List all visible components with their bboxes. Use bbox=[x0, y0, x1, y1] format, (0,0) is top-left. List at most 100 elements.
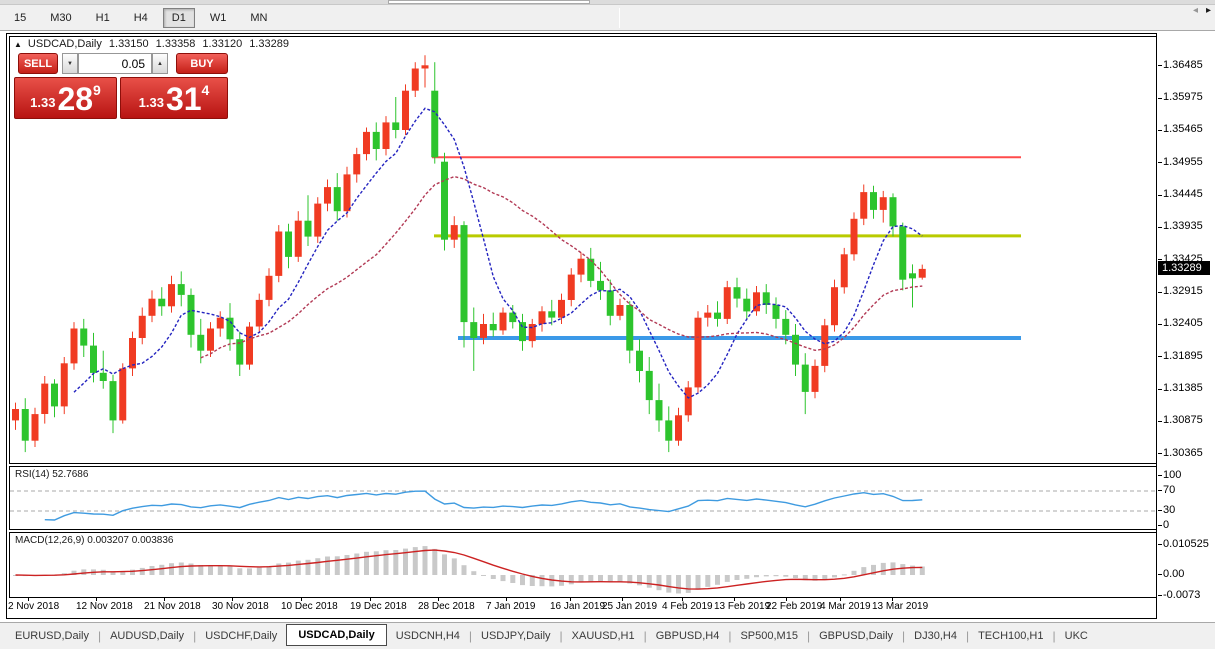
chart-tab-usdcnh[interactable]: USDCNH,H4 bbox=[387, 626, 469, 646]
sell-button[interactable]: SELL bbox=[18, 53, 58, 74]
rsi-axis-label: 0 bbox=[1163, 519, 1169, 531]
chart-tab-usdjpy[interactable]: USDJPY,Daily bbox=[472, 626, 560, 646]
date-axis-label: 10 Dec 2018 bbox=[281, 601, 338, 612]
macd-axis-tick bbox=[1158, 574, 1162, 575]
price-axis-label: 1.32915 bbox=[1163, 285, 1203, 297]
macd-label: MACD(12,26,9) 0.003207 0.003836 bbox=[15, 535, 173, 546]
price-axis-tick bbox=[1158, 227, 1162, 228]
rsi-axis-tick bbox=[1158, 525, 1162, 526]
symbol-period-label: USDCAD,Daily bbox=[28, 38, 102, 50]
timeframe-button-h1[interactable]: H1 bbox=[87, 8, 119, 28]
buy-price-box[interactable]: 1.33 31 4 bbox=[120, 77, 228, 119]
collapse-panel-icon[interactable]: ▲ bbox=[14, 40, 22, 49]
chart-tab-audusd[interactable]: AUDUSD,Daily bbox=[101, 626, 193, 646]
price-axis-tick bbox=[1158, 421, 1162, 422]
rsi-axis-label: 70 bbox=[1163, 484, 1175, 496]
chart-ohlc-header: ▲ USDCAD,Daily 1.33150 1.33358 1.33120 1… bbox=[14, 38, 296, 50]
rsi-axis-label: 30 bbox=[1163, 504, 1175, 516]
price-axis-tick bbox=[1158, 259, 1162, 260]
date-axis-label: 21 Nov 2018 bbox=[144, 601, 201, 612]
date-axis-label: 2 Nov 2018 bbox=[8, 601, 59, 612]
chart-tab-gbpusd[interactable]: GBPUSD,H4 bbox=[647, 626, 729, 646]
timeframe-button-mn[interactable]: MN bbox=[241, 8, 276, 28]
macd-axis-tick bbox=[1158, 544, 1162, 545]
macd-axis-label: -0.0073 bbox=[1163, 589, 1200, 601]
price-axis-label: 1.35975 bbox=[1163, 91, 1203, 103]
buy-price-big: 31 bbox=[166, 83, 202, 115]
date-axis-label: 13 Feb 2019 bbox=[714, 601, 770, 612]
chart-tab-gbpusd[interactable]: GBPUSD,Daily bbox=[810, 626, 902, 646]
volume-increase-button[interactable]: ▲ bbox=[152, 53, 168, 74]
macd-pane[interactable]: MACD(12,26,9) 0.003207 0.003836 bbox=[9, 532, 1157, 598]
terminal-window: 15 M30 H1 H4 D1 W1MN RSI(14) 52.7686 MACD(12,… bbox=[0, 0, 1215, 649]
rsi-axis-tick bbox=[1158, 490, 1162, 491]
price-axis-label: 1.31895 bbox=[1163, 350, 1203, 362]
price-axis-label: 1.30365 bbox=[1163, 447, 1203, 459]
tab-scroll-right-icon[interactable]: ▸ bbox=[1206, 5, 1211, 16]
price-axis-tick bbox=[1158, 162, 1162, 163]
date-axis-label: 25 Jan 2019 bbox=[602, 601, 657, 612]
chart-tab-usdcad[interactable]: USDCAD,Daily bbox=[286, 624, 386, 646]
chart-window: RSI(14) 52.7686 MACD(12,26,9) 0.003207 0… bbox=[6, 33, 1157, 619]
chart-tab-xauusd[interactable]: XAUUSD,H1 bbox=[563, 626, 644, 646]
current-price-tag: 1.33289 bbox=[1158, 261, 1210, 275]
sell-price-prefix: 1.33 bbox=[30, 95, 55, 110]
sell-price-pip: 9 bbox=[93, 82, 101, 98]
price-axis-label: 1.33935 bbox=[1163, 220, 1203, 232]
timeframe-button-15[interactable]: 15 bbox=[5, 8, 35, 28]
chart-tab-ukc[interactable]: UKC bbox=[1056, 626, 1097, 646]
date-axis-label: 22 Feb 2019 bbox=[766, 601, 822, 612]
date-axis-label: 30 Nov 2018 bbox=[212, 601, 269, 612]
date-axis-label: 13 Mar 2019 bbox=[872, 601, 928, 612]
buy-price-prefix: 1.33 bbox=[139, 95, 164, 110]
price-axis-tick bbox=[1158, 65, 1162, 66]
chart-tab-dj30[interactable]: DJ30,H4 bbox=[905, 626, 966, 646]
macd-axis-label: 0.010525 bbox=[1163, 538, 1209, 550]
rsi-axis-tick bbox=[1158, 510, 1162, 511]
price-axis-tick bbox=[1158, 195, 1162, 196]
tab-scroll-left-icon[interactable]: ◂ bbox=[1193, 5, 1198, 16]
timeframe-button-w1[interactable]: W1 bbox=[201, 8, 236, 28]
macd-axis-tick bbox=[1158, 595, 1162, 596]
price-axis-label: 1.34445 bbox=[1163, 188, 1203, 200]
timeframe-button-m30[interactable]: M30 bbox=[41, 8, 80, 28]
sell-price-box[interactable]: 1.33 28 9 bbox=[14, 77, 117, 119]
rsi-axis-tick bbox=[1158, 475, 1162, 476]
rsi-axis-label: 100 bbox=[1163, 469, 1181, 481]
volume-input[interactable] bbox=[78, 53, 152, 74]
volume-decrease-button[interactable]: ▼ bbox=[62, 53, 78, 74]
price-axis-label: 1.35465 bbox=[1163, 123, 1203, 135]
macd-canvas[interactable] bbox=[10, 533, 1156, 597]
tab-scroll-arrows: ◂ ▸ bbox=[1193, 5, 1211, 16]
toolbar-inset bbox=[388, 0, 590, 4]
rsi-pane[interactable]: RSI(14) 52.7686 bbox=[9, 466, 1157, 530]
chart-tabs-bar: EURUSD,Daily|AUDUSD,Daily|USDCHF,DailyUS… bbox=[0, 622, 1215, 649]
price-axis-label: 1.36485 bbox=[1163, 59, 1203, 71]
rsi-canvas[interactable] bbox=[10, 467, 1156, 529]
date-axis-label: 4 Mar 2019 bbox=[820, 601, 871, 612]
timeframe-button-h4[interactable]: H4 bbox=[125, 8, 157, 28]
date-axis-label: 19 Dec 2018 bbox=[350, 601, 407, 612]
date-axis-label: 28 Dec 2018 bbox=[418, 601, 475, 612]
chart-tab-usdchf[interactable]: USDCHF,Daily bbox=[196, 626, 286, 646]
date-axis-label: 4 Feb 2019 bbox=[662, 601, 713, 612]
price-axis-tick bbox=[1158, 292, 1162, 293]
sell-price-big: 28 bbox=[57, 83, 93, 115]
buy-button[interactable]: BUY bbox=[176, 53, 228, 74]
price-axis-label: 1.34955 bbox=[1163, 156, 1203, 168]
chart-tab-sp500[interactable]: SP500,M15 bbox=[731, 626, 806, 646]
open-value: 1.33150 bbox=[109, 38, 149, 50]
rsi-label: RSI(14) 52.7686 bbox=[15, 469, 88, 480]
price-axis-tick bbox=[1158, 324, 1162, 325]
close-value: 1.33289 bbox=[249, 38, 289, 50]
chevron-up-icon: ▲ bbox=[157, 61, 163, 67]
chart-tab-tech100[interactable]: TECH100,H1 bbox=[969, 626, 1052, 646]
chart-tab-eurusd[interactable]: EURUSD,Daily bbox=[6, 626, 98, 646]
buy-price-pip: 4 bbox=[202, 82, 210, 98]
timeframe-toolbar: 15 M30 H1 H4 D1 W1MN bbox=[0, 5, 1215, 31]
date-axis-label: 12 Nov 2018 bbox=[76, 601, 133, 612]
price-axis-label: 1.30875 bbox=[1163, 414, 1203, 426]
low-value: 1.33120 bbox=[202, 38, 242, 50]
price-axis-label: 1.32405 bbox=[1163, 317, 1203, 329]
timeframe-button-d1[interactable]: D1 bbox=[163, 8, 195, 28]
